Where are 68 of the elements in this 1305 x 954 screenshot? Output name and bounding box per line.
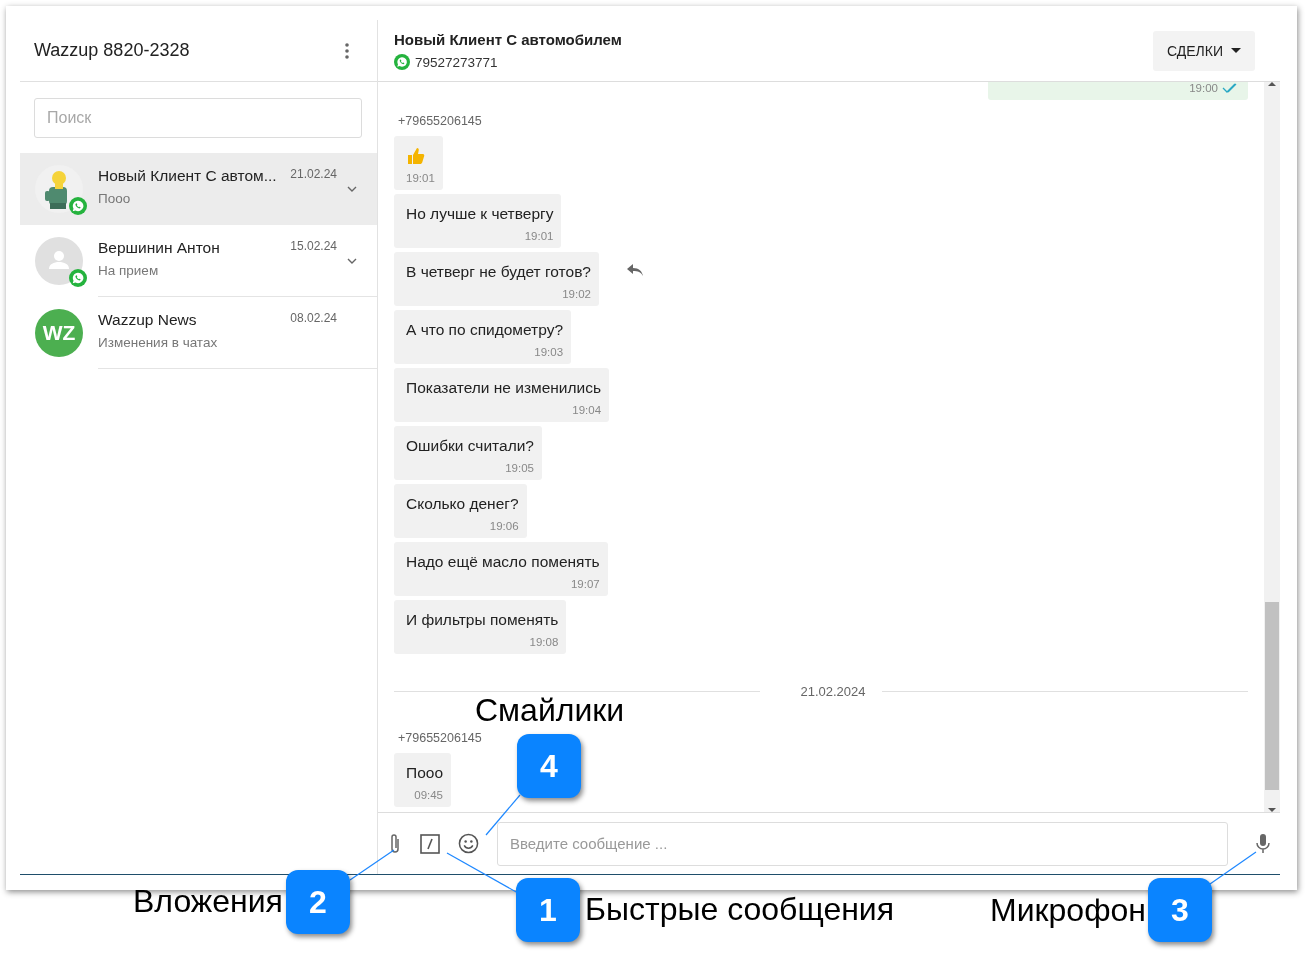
account-title: Wazzup 8820-2328	[34, 40, 190, 61]
callout-label: Смайлики	[475, 692, 625, 729]
message-text: Показатели не изменились	[406, 378, 602, 398]
chat-date: 21.02.24	[290, 166, 337, 183]
leader-line	[1209, 851, 1257, 885]
message-time: 19:01	[406, 172, 435, 184]
chat-list-item[interactable]: Новый Клиент С автом... Пооо 21.02.24	[20, 153, 377, 225]
callout-number: 4	[517, 734, 581, 798]
callout-label: Быстрые сообщения	[585, 891, 895, 928]
chevron-down-icon[interactable]	[347, 186, 357, 192]
message-time: 19:06	[489, 520, 519, 532]
sender-phone: +79655206145	[398, 731, 482, 745]
date-divider: 21.02.2024	[800, 684, 866, 699]
message-time: 19:04	[572, 404, 602, 416]
chat-preview: Пооо	[98, 191, 132, 206]
callout-label: Вложения	[133, 883, 283, 920]
microphone-icon[interactable]	[1256, 832, 1270, 855]
avatar-initials: WZ	[35, 309, 83, 357]
chat-title: Новый Клиент С автомобилем	[394, 31, 622, 48]
sender-phone: +79655206145	[398, 114, 482, 128]
chat-name: Вершинин Антон	[98, 239, 221, 257]
paperclip-icon[interactable]	[388, 832, 402, 855]
message-text: Надо ещё масло поменять	[406, 552, 600, 572]
message-time: 19:01	[524, 230, 554, 242]
leader-line	[485, 794, 521, 836]
chat-date: 08.02.24	[290, 310, 337, 327]
message-time: 19:08	[529, 636, 559, 648]
message-time: 19:07	[570, 578, 600, 590]
scroll-up-icon[interactable]	[1268, 82, 1276, 86]
message-input[interactable]: Введите сообщение ...	[497, 821, 1228, 866]
chat-name: Wazzup News	[98, 311, 198, 329]
message-time: 19:00	[1189, 82, 1240, 94]
emoji-icon[interactable]	[458, 833, 479, 854]
caret-icon	[1231, 48, 1241, 53]
chat-list-item[interactable]: Вершинин Антон На прием 15.02.24	[20, 225, 377, 297]
message-text: Ошибки считали?	[406, 436, 534, 456]
chat-list-item[interactable]: WZ Wazzup News Изменения в чатах 08.02.24	[20, 297, 377, 369]
avatar-placeholder-icon	[35, 237, 83, 285]
thumbs-up-icon	[406, 146, 426, 166]
more-menu-icon[interactable]	[345, 42, 349, 59]
search-field[interactable]: Поиск	[34, 98, 362, 138]
scrollbar[interactable]	[1264, 82, 1280, 812]
leader-line	[349, 849, 395, 881]
callout-number: 3	[1148, 878, 1212, 942]
message-text: А что по спидометру?	[406, 320, 564, 340]
chat-date: 15.02.24	[290, 238, 337, 255]
message-text: В четверг не будет готов?	[406, 262, 591, 282]
message-text: Пооо	[406, 763, 443, 783]
message-time: 19:02	[562, 288, 591, 300]
message-time: 09:45	[414, 789, 443, 801]
scroll-down-icon[interactable]	[1268, 808, 1276, 812]
callout-number: 2	[286, 870, 350, 934]
quick-reply-icon[interactable]	[420, 833, 440, 854]
message-time: 19:03	[534, 346, 564, 358]
message-text: Сколько денег?	[406, 494, 519, 514]
contact-phone: 79527273771	[415, 54, 498, 70]
callout-label: Микрофон	[990, 892, 1146, 929]
chat-preview: На прием	[98, 263, 160, 278]
deals-button[interactable]: СДЕЛКИ	[1152, 30, 1255, 71]
callout-number: 1	[516, 878, 580, 942]
chevron-down-icon[interactable]	[347, 257, 357, 264]
message-text: И фильтры поменять	[406, 610, 559, 630]
chat-preview: Изменения в чатах	[98, 335, 219, 350]
scrollbar-thumb[interactable]	[1265, 602, 1279, 790]
chat-name: Новый Клиент С автом...	[98, 167, 278, 185]
message-time: 19:05	[505, 462, 534, 474]
message-text: Но лучше к четвергу	[406, 204, 554, 224]
whatsapp-icon	[394, 54, 410, 70]
